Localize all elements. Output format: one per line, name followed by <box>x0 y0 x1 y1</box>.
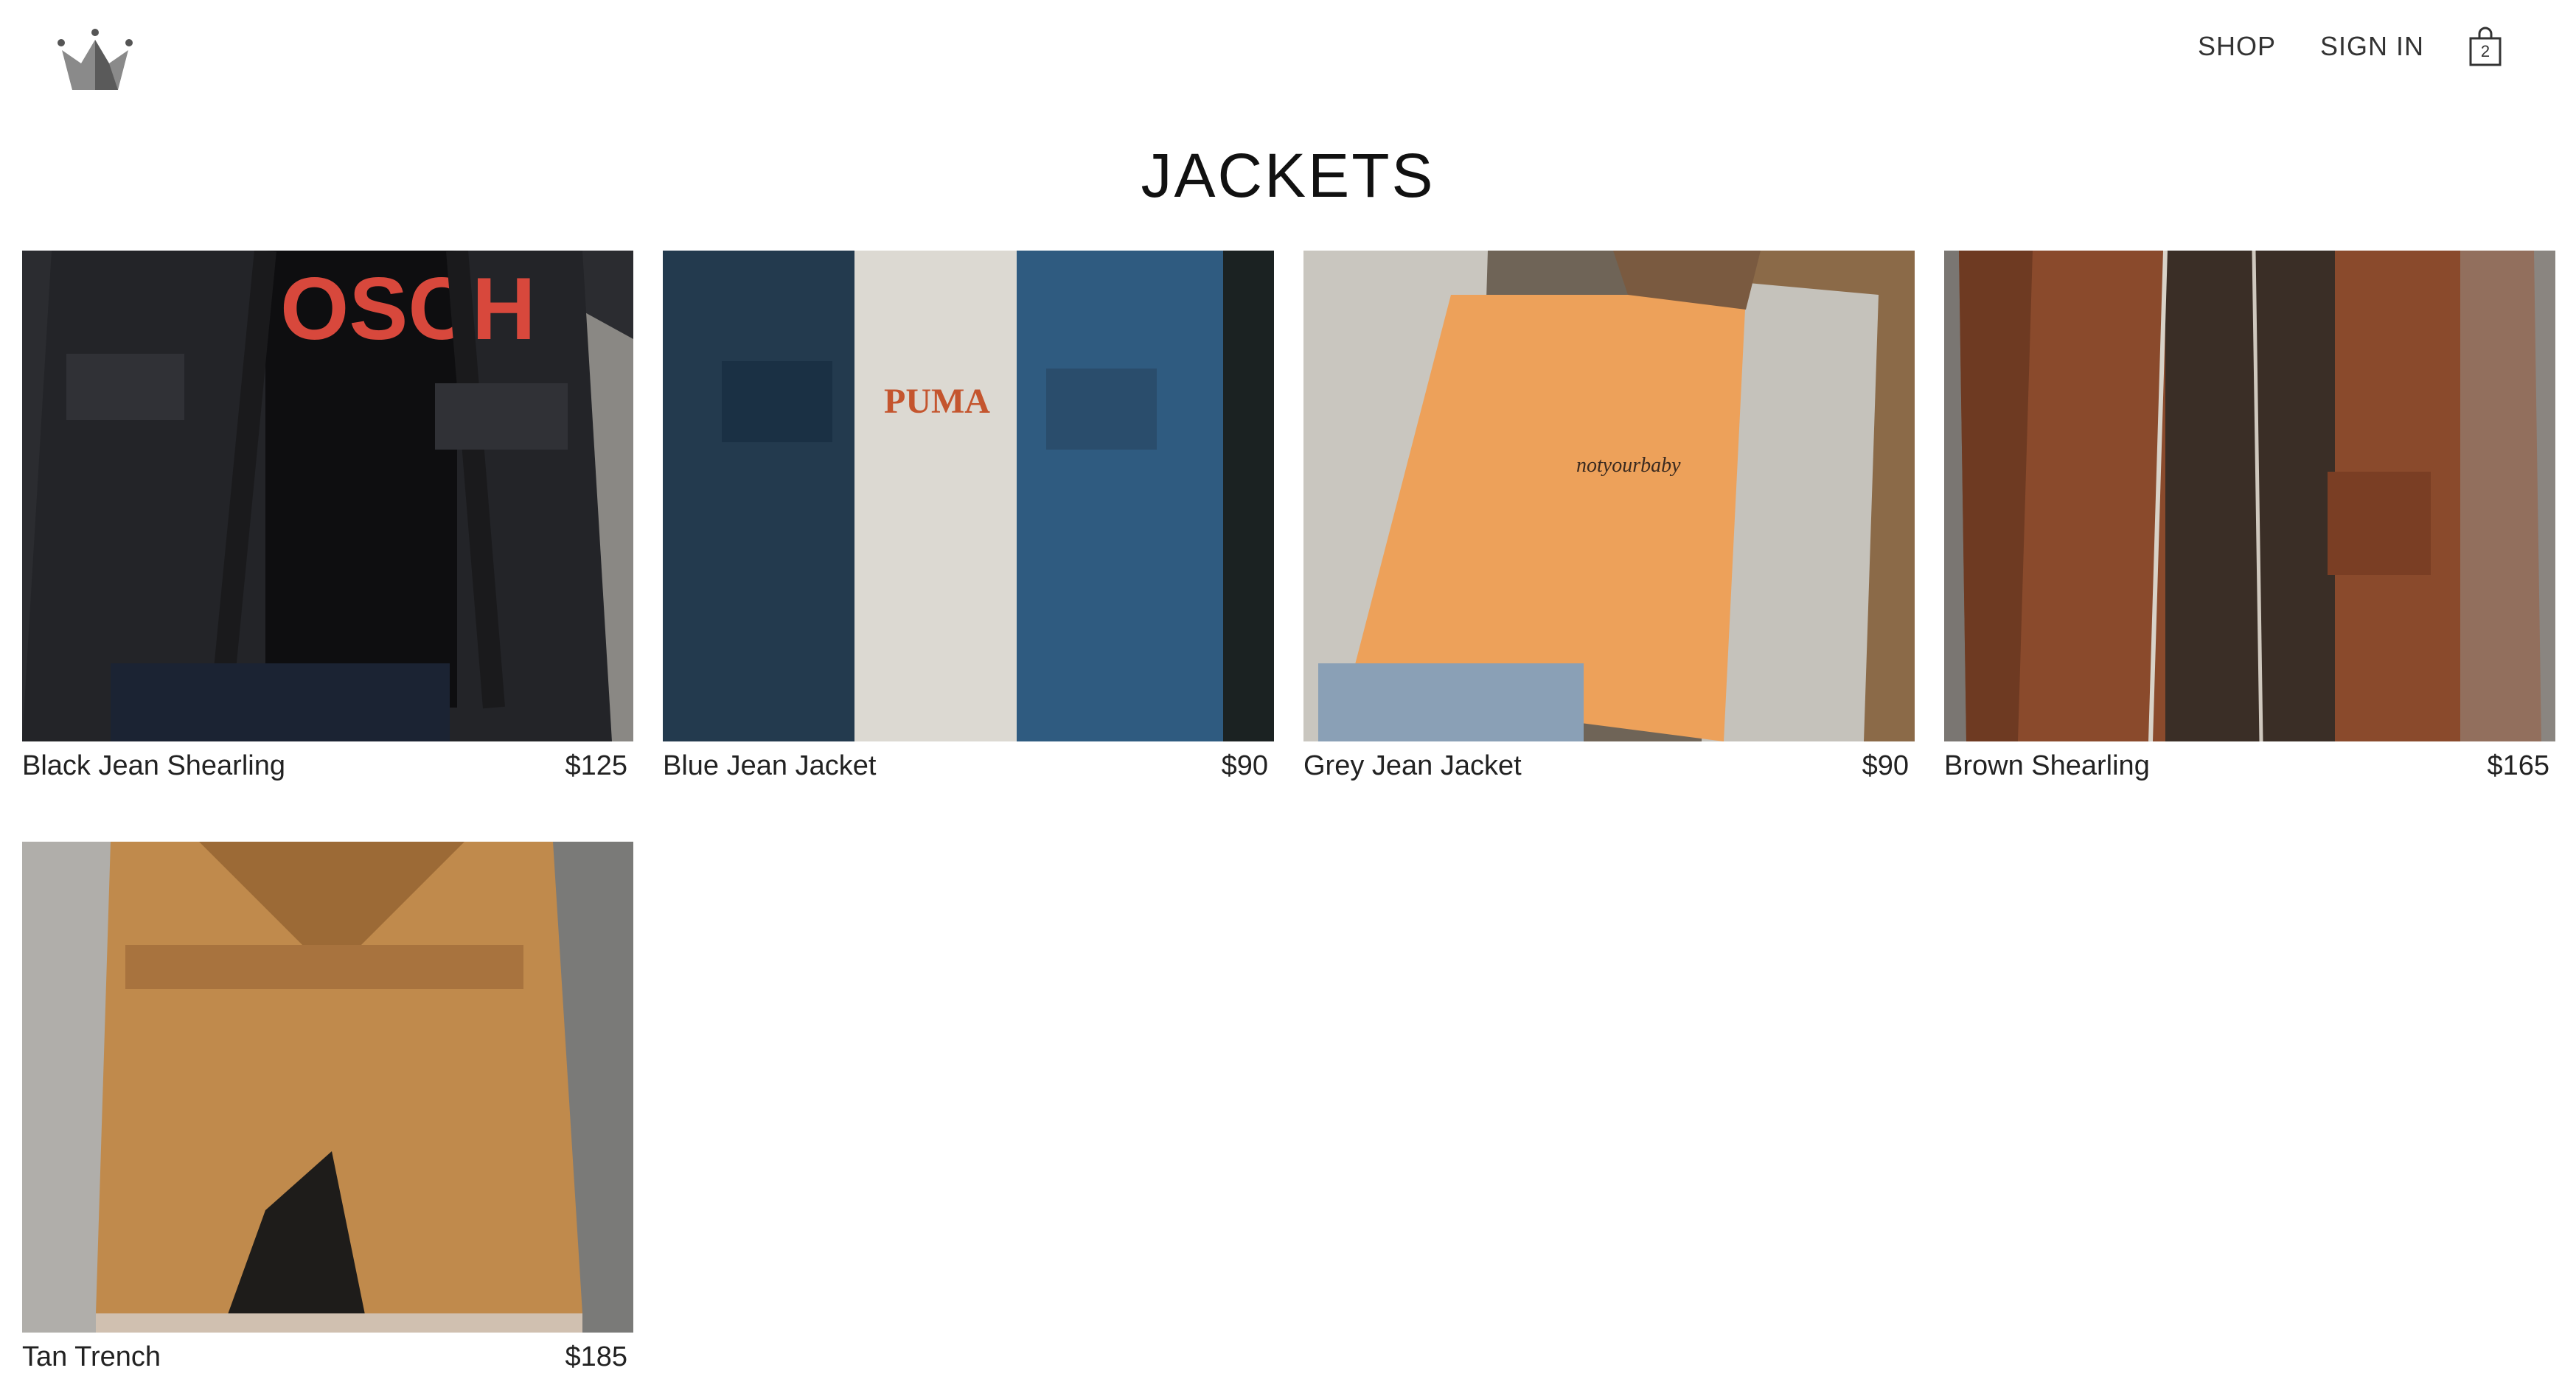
product-name[interactable]: Grey Jean Jacket <box>1303 741 1522 790</box>
product-card[interactable]: Tan Trench $185 <box>22 842 633 1381</box>
product-name[interactable]: Brown Shearling <box>1944 741 2150 790</box>
product-image[interactable] <box>1944 251 2555 741</box>
product-name[interactable]: Tan Trench <box>22 1333 161 1381</box>
product-info: Tan Trench $185 <box>22 1333 633 1381</box>
product-info: Brown Shearling $165 <box>1944 741 2555 790</box>
product-price: $165 <box>2487 750 2549 781</box>
product-card[interactable]: Brown Shearling $165 <box>1944 251 2555 790</box>
product-grid: OSCH Black Jean Shearling $125 PUMA Blue… <box>22 251 2555 1381</box>
cart-count: 2 <box>2480 42 2490 60</box>
product-price: $185 <box>565 1341 627 1372</box>
product-image[interactable]: OSCH <box>22 251 633 741</box>
crown-icon[interactable] <box>56 28 134 91</box>
product-info: Blue Jean Jacket $90 <box>663 741 1274 790</box>
page-title: JACKETS <box>1141 141 1435 210</box>
top-nav: SHOP SIGN IN 2 <box>2198 27 2502 66</box>
nav-shop-link[interactable]: SHOP <box>2198 31 2276 62</box>
product-image[interactable]: notyourbaby <box>1303 251 1915 741</box>
product-info: Black Jean Shearling $125 <box>22 741 633 790</box>
nav-signin-link[interactable]: SIGN IN <box>2320 31 2424 62</box>
product-info: Grey Jean Jacket $90 <box>1303 741 1915 790</box>
product-name[interactable]: Black Jean Shearling <box>22 741 285 790</box>
product-image[interactable] <box>22 842 633 1333</box>
product-card[interactable]: notyourbaby Grey Jean Jacket $90 <box>1303 251 1915 790</box>
cart-button[interactable]: 2 <box>2468 27 2502 66</box>
product-card[interactable]: OSCH Black Jean Shearling $125 <box>22 251 633 790</box>
product-card[interactable]: PUMA Blue Jean Jacket $90 <box>663 251 1274 790</box>
product-image[interactable]: PUMA <box>663 251 1274 741</box>
product-price: $125 <box>565 750 627 781</box>
svg-text:OSCH: OSCH <box>280 259 536 358</box>
product-price: $90 <box>1862 750 1909 781</box>
svg-text:notyourbaby: notyourbaby <box>1576 454 1681 477</box>
svg-text:PUMA: PUMA <box>884 382 990 421</box>
product-name[interactable]: Blue Jean Jacket <box>663 741 876 790</box>
product-price: $90 <box>1221 750 1268 781</box>
